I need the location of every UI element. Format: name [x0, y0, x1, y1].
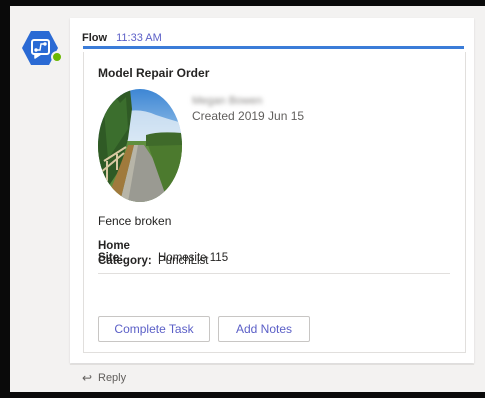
fact-value: PunchList	[158, 255, 209, 267]
bot-message: Flow 11:33 AM Model Repair Order Megan B…	[70, 18, 474, 363]
adaptive-card: Model Repair Order Megan Bowen Created 2…	[83, 52, 466, 353]
card-divider	[98, 273, 450, 274]
card-accent-bar	[83, 46, 464, 49]
profile-photo	[98, 89, 182, 202]
complete-task-button[interactable]: Complete Task	[98, 316, 210, 342]
window-frame-bottom	[0, 392, 485, 398]
reply-label: Reply	[98, 372, 127, 384]
user-name: Megan Bowen	[192, 95, 263, 107]
window-frame-left	[0, 0, 10, 398]
message-header: Flow 11:33 AM	[82, 32, 162, 44]
add-notes-button[interactable]: Add Notes	[218, 316, 310, 342]
card-description: Fence broken	[98, 214, 172, 228]
reply-arrow-icon: ↩	[82, 371, 93, 385]
fact-label: Category:	[98, 255, 152, 267]
presence-status-icon	[51, 51, 63, 63]
sender-name[interactable]: Flow	[82, 32, 107, 44]
message-time: 11:33 AM	[116, 32, 162, 44]
card-title: Model Repair Order	[98, 66, 210, 80]
reply-bar[interactable]: ↩ Reply	[70, 364, 474, 391]
fact-category: Category: PunchList	[98, 255, 209, 267]
created-date: Created 2019 Jun 15	[192, 109, 305, 123]
